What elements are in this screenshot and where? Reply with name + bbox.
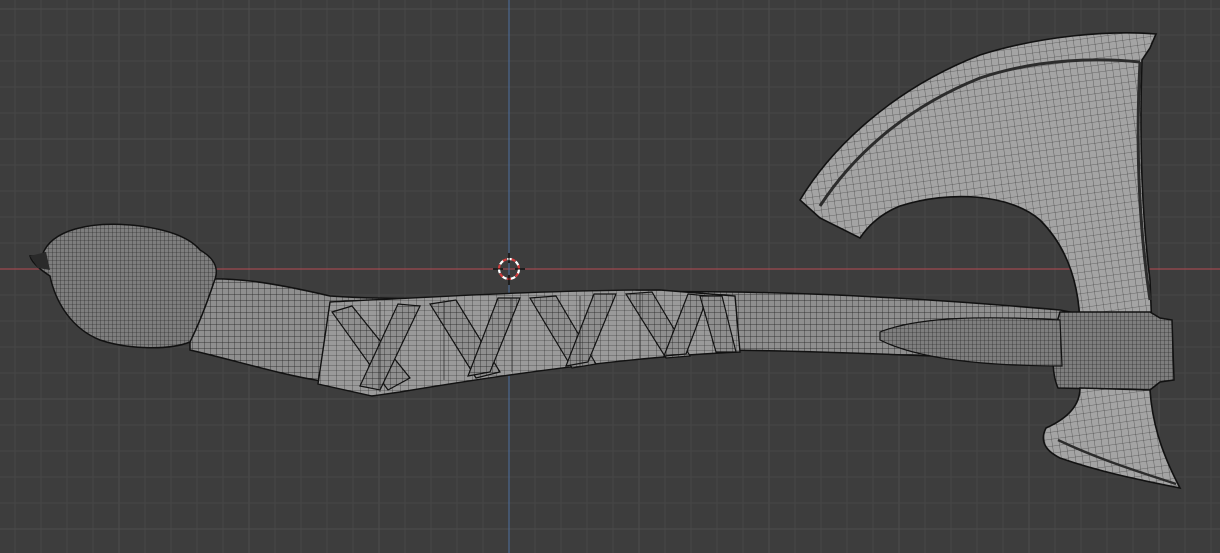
pommel-knob[interactable] (29, 223, 218, 349)
leather-wrap[interactable] (317, 289, 741, 397)
axe-mesh[interactable] (29, 32, 1182, 490)
handle-tip-insert (879, 317, 1063, 367)
viewport-canvas[interactable] (0, 0, 1220, 553)
axe-head-lower-beard[interactable] (1042, 387, 1182, 490)
axe-eye-socket[interactable] (1052, 311, 1175, 391)
3d-viewport[interactable] (0, 0, 1220, 553)
